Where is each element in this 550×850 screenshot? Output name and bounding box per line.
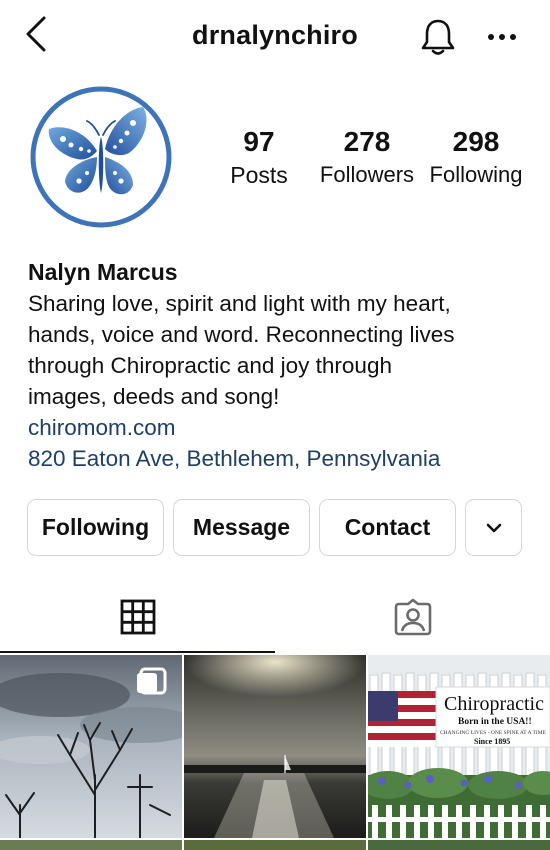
stat-followers[interactable]: 278 Followers [316,126,418,190]
posts-label: Posts [230,162,288,188]
posts-grid: Chiropractic Born in the USA!! CHANGING … [0,654,550,850]
bell-icon [421,19,455,55]
post-image-tree [0,655,182,838]
post-thumbnail[interactable] [184,655,366,838]
website-link[interactable]: chiromom.com [28,412,528,443]
chevron-left-icon [26,16,46,52]
posts-count: 97 [243,126,275,157]
profile-tabs [0,582,550,654]
more-options-button[interactable] [484,20,520,54]
suggested-accounts-button[interactable] [465,499,522,556]
contact-button[interactable]: Contact [319,499,456,556]
tab-posts-grid[interactable] [0,582,275,652]
bio-line: images, deeds and song! [28,384,280,409]
followers-count: 278 [343,126,391,157]
notifications-button[interactable] [416,15,460,59]
chevron-down-icon [486,523,501,532]
post-thumbnail[interactable]: Chiropractic Born in the USA!! CHANGING … [368,655,550,838]
post-thumbnail[interactable] [0,655,182,838]
following-count: 298 [452,126,500,157]
stat-following[interactable]: 298 Following [426,126,526,190]
sign-line-3: Since 1895 [474,737,510,746]
post-image-sunset [184,655,366,838]
tagged-icon [394,598,431,636]
following-button[interactable]: Following [27,499,164,556]
butterfly-logo [30,86,172,228]
post-thumbnail-partial[interactable] [0,840,182,850]
back-button[interactable] [18,14,54,54]
following-label: Following [429,162,523,187]
address-link[interactable]: 820 Eaton Ave, Bethlehem, Pennsylvania [28,443,528,474]
tab-tagged[interactable] [275,582,550,652]
bio-line: hands, voice and word. Reconnecting live… [28,322,455,347]
followers-label: Followers [319,162,415,187]
grid-icon [120,599,155,635]
message-button[interactable]: Message [173,499,310,556]
sign-line-2: CHANGING LIVES - ONE SPINE AT A TIME [440,730,547,736]
active-tab-indicator [0,651,275,653]
profile-bio: Nalyn Marcus Sharing love, spirit and li… [28,257,528,474]
profile-username: drnalynchiro [192,20,358,50]
profile-display-name: Nalyn Marcus [28,259,178,285]
sign-line-1: Born in the USA!! [458,717,532,727]
bio-line: through Chiropractic and joy through [28,353,392,378]
post-image-sign: Chiropractic Born in the USA!! CHANGING … [368,655,550,838]
post-thumbnail-partial[interactable] [368,840,550,850]
post-thumbnail-partial[interactable] [184,840,366,850]
bio-line: Sharing love, spirit and light with my h… [28,291,451,316]
stat-posts[interactable]: 97 Posts [220,126,298,190]
ellipsis-icon [488,34,516,40]
profile-avatar[interactable] [29,85,173,229]
sign-title: Chiropractic [444,693,544,715]
top-bar: drnalynchiro [0,0,550,75]
